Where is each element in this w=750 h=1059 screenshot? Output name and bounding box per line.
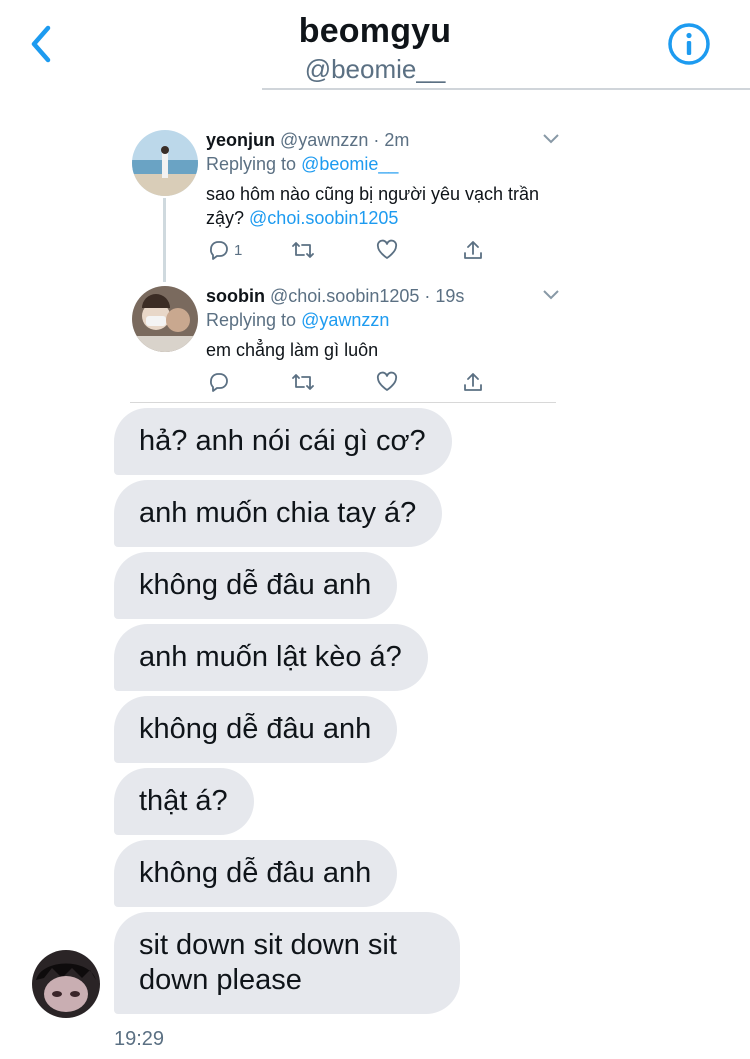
replying-handle[interactable]: @yawnzzn — [301, 310, 389, 330]
reply-button[interactable] — [208, 370, 230, 394]
replying-to: Replying to @beomie__ — [206, 154, 398, 175]
share-button[interactable] — [462, 238, 484, 262]
reply-button[interactable]: 1 — [208, 238, 242, 262]
header-divider — [262, 88, 750, 90]
replying-label: Replying to — [206, 154, 302, 174]
share-button[interactable] — [462, 370, 484, 394]
tweet-actions — [206, 370, 496, 394]
tweet-text: em chẳng làm gì luôn — [206, 340, 379, 360]
quoted-tweet-soobin[interactable]: soobin @choi.soobin1205 · 19s Replying t… — [130, 286, 560, 396]
chevron-down-icon[interactable] — [542, 132, 560, 146]
tweet-header: yeonjun @yawnzzn · 2m — [206, 130, 409, 151]
info-button[interactable] — [667, 22, 711, 66]
mention-link[interactable]: @choi.soobin1205 — [249, 208, 398, 228]
replying-label: Replying to — [206, 310, 302, 330]
reply-icon — [210, 241, 228, 260]
author-meta: @yawnzzn · 2m — [280, 130, 410, 150]
like-button[interactable] — [376, 370, 398, 394]
message-bubble[interactable]: không dễ đâu anh — [114, 696, 398, 763]
tweet-header: soobin @choi.soobin1205 · 19s — [206, 286, 464, 307]
reply-count: 1 — [234, 241, 243, 259]
retweet-button[interactable] — [290, 370, 316, 394]
replying-handle[interactable]: @beomie__ — [301, 154, 398, 174]
share-icon — [464, 241, 482, 259]
retweet-button[interactable] — [290, 238, 316, 262]
message-bubble[interactable]: không dễ đâu anh — [114, 840, 398, 907]
chevron-down-icon[interactable] — [542, 288, 560, 302]
author-name[interactable]: soobin — [206, 286, 265, 306]
author-meta: @choi.soobin1205 · 19s — [270, 286, 465, 306]
conversation-handle: @beomie__ — [304, 54, 446, 84]
message-bubble[interactable]: sit down sit down sit down please — [114, 912, 460, 1014]
info-icon — [668, 23, 710, 65]
retweet-icon — [292, 374, 314, 390]
quoted-tweet-yeonjun[interactable]: yeonjun @yawnzzn · 2m Replying to @beomi… — [130, 130, 560, 270]
avatar[interactable] — [132, 130, 198, 196]
tweet-actions: 1 — [206, 238, 496, 262]
avatar[interactable] — [132, 286, 198, 352]
message-bubble[interactable]: hả? anh nói cái gì cơ? — [114, 408, 452, 475]
author-name[interactable]: yeonjun — [206, 130, 275, 150]
replying-to: Replying to @yawnzzn — [206, 310, 389, 331]
message-bubble[interactable]: thật á? — [114, 768, 254, 835]
message-timestamp: 19:29 — [114, 1028, 165, 1050]
message-bubble[interactable]: anh muốn chia tay á? — [114, 480, 443, 547]
message-bubble[interactable]: không dễ đâu anh — [114, 552, 398, 619]
conversation-header: beomgyu @beomie__ — [0, 0, 750, 88]
reply-icon — [210, 373, 228, 392]
like-button[interactable] — [376, 238, 398, 262]
embed-divider — [130, 402, 556, 403]
heart-icon — [376, 371, 398, 391]
message-bubble[interactable]: anh muốn lật kèo á? — [114, 624, 428, 691]
conversation-title[interactable]: beomgyu — [0, 12, 750, 51]
sender-avatar[interactable] — [32, 950, 100, 1018]
retweet-icon — [292, 242, 314, 258]
heart-icon — [376, 239, 398, 259]
share-icon — [464, 373, 482, 391]
tweet-text: sao hôm nào cũng bị người yêu vạch trần … — [206, 182, 546, 230]
